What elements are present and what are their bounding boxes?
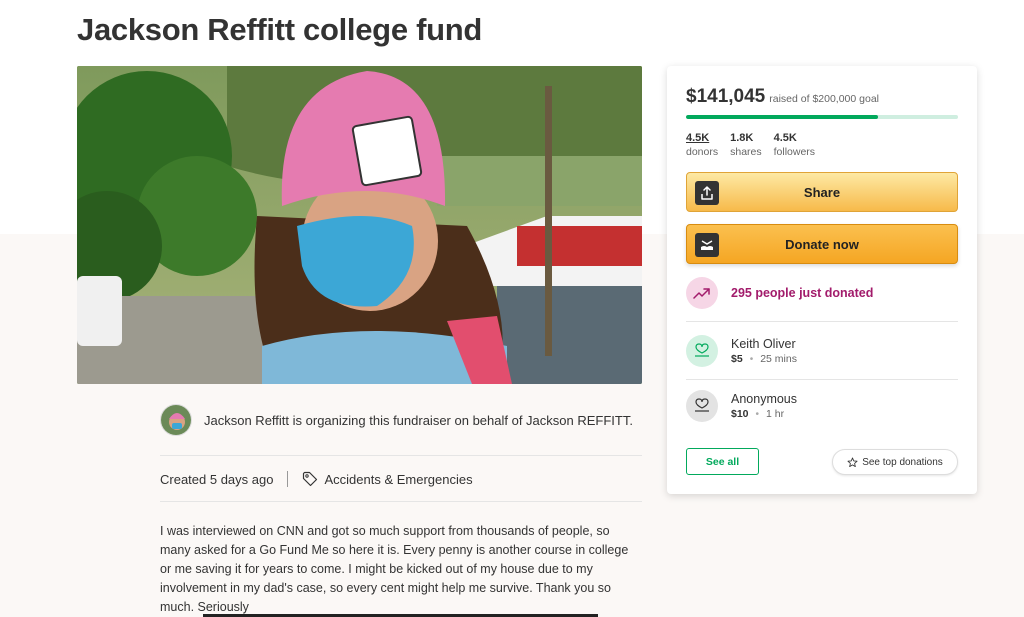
separator-dot: • [749,353,754,365]
stat-shares: 1.8K shares [730,132,762,158]
donor-item: Anonymous $10 • 1 hr [686,390,797,422]
stat-value: 1.8K [730,132,754,144]
donor-time: 25 mins [760,353,797,365]
trending-text: 295 people just donated [731,286,874,300]
donor-heart-icon [686,335,718,367]
donor-amount: $10 [731,408,749,420]
campaign-hero-image [77,66,642,384]
organizer-row: Jackson Reffitt is organizing this fundr… [160,404,642,436]
goal-text: raised of $200,000 goal [769,93,880,105]
stat-label: donors [686,146,719,158]
campaign-meta: Created 5 days ago Accidents & Emergenci… [160,469,473,489]
stat-value: 4.5K [773,132,797,144]
see-all-button[interactable]: See all [686,448,759,475]
share-button[interactable]: Share [686,172,958,212]
star-icon [847,457,858,467]
stat-value: 4.5K [686,132,710,144]
donor-amount: $5 [731,353,743,365]
donate-now-button[interactable]: Donate now [686,224,958,264]
donor-time: 1 hr [766,408,785,420]
donor-item: Keith Oliver $5 • 25 mins [686,335,797,367]
separator-dot: • [755,408,760,420]
progress-bar [686,115,958,119]
stat-label: shares [730,146,762,158]
created-date: Created 5 days ago [160,471,274,487]
donor-heart-icon [686,390,718,422]
tag-icon [303,471,318,487]
divider [160,455,642,456]
organizer-text: Jackson Reffitt is organizing this fundr… [204,412,633,428]
donate-hand-icon [695,233,719,257]
progress-fill [686,115,878,119]
page-title: Jackson Reffitt college fund [77,12,482,47]
divider [686,321,958,322]
trending-row: 295 people just donated [686,277,873,309]
share-label: Share [803,184,841,200]
see-top-label: See top donations [862,456,943,468]
divider [686,379,958,380]
meta-separator [287,471,289,487]
stat-donors[interactable]: 4.5K donors [686,132,718,158]
donation-card: $141,045 raised of $200,000 goal 4.5K do… [667,66,977,494]
raised-summary: $141,045 raised of $200,000 goal [686,86,879,108]
campaign-story: I was interviewed on CNN and got so much… [160,524,629,614]
trending-up-icon [686,277,718,309]
donor-name: Keith Oliver [731,337,796,351]
stat-label: followers [773,146,816,158]
category-link[interactable]: Accidents & Emergencies [324,472,472,487]
donate-label: Donate now [785,236,859,252]
stat-followers: 4.5K followers [774,132,815,158]
organizer-avatar[interactable] [160,404,192,436]
campaign-stats: 4.5K donors 1.8K shares 4.5K followers [686,132,815,158]
divider [160,501,642,502]
upload-icon [695,181,719,205]
donor-name: Anonymous [731,392,798,406]
raised-amount: $141,045 [686,86,766,107]
see-top-donations-button[interactable]: See top donations [832,449,958,475]
